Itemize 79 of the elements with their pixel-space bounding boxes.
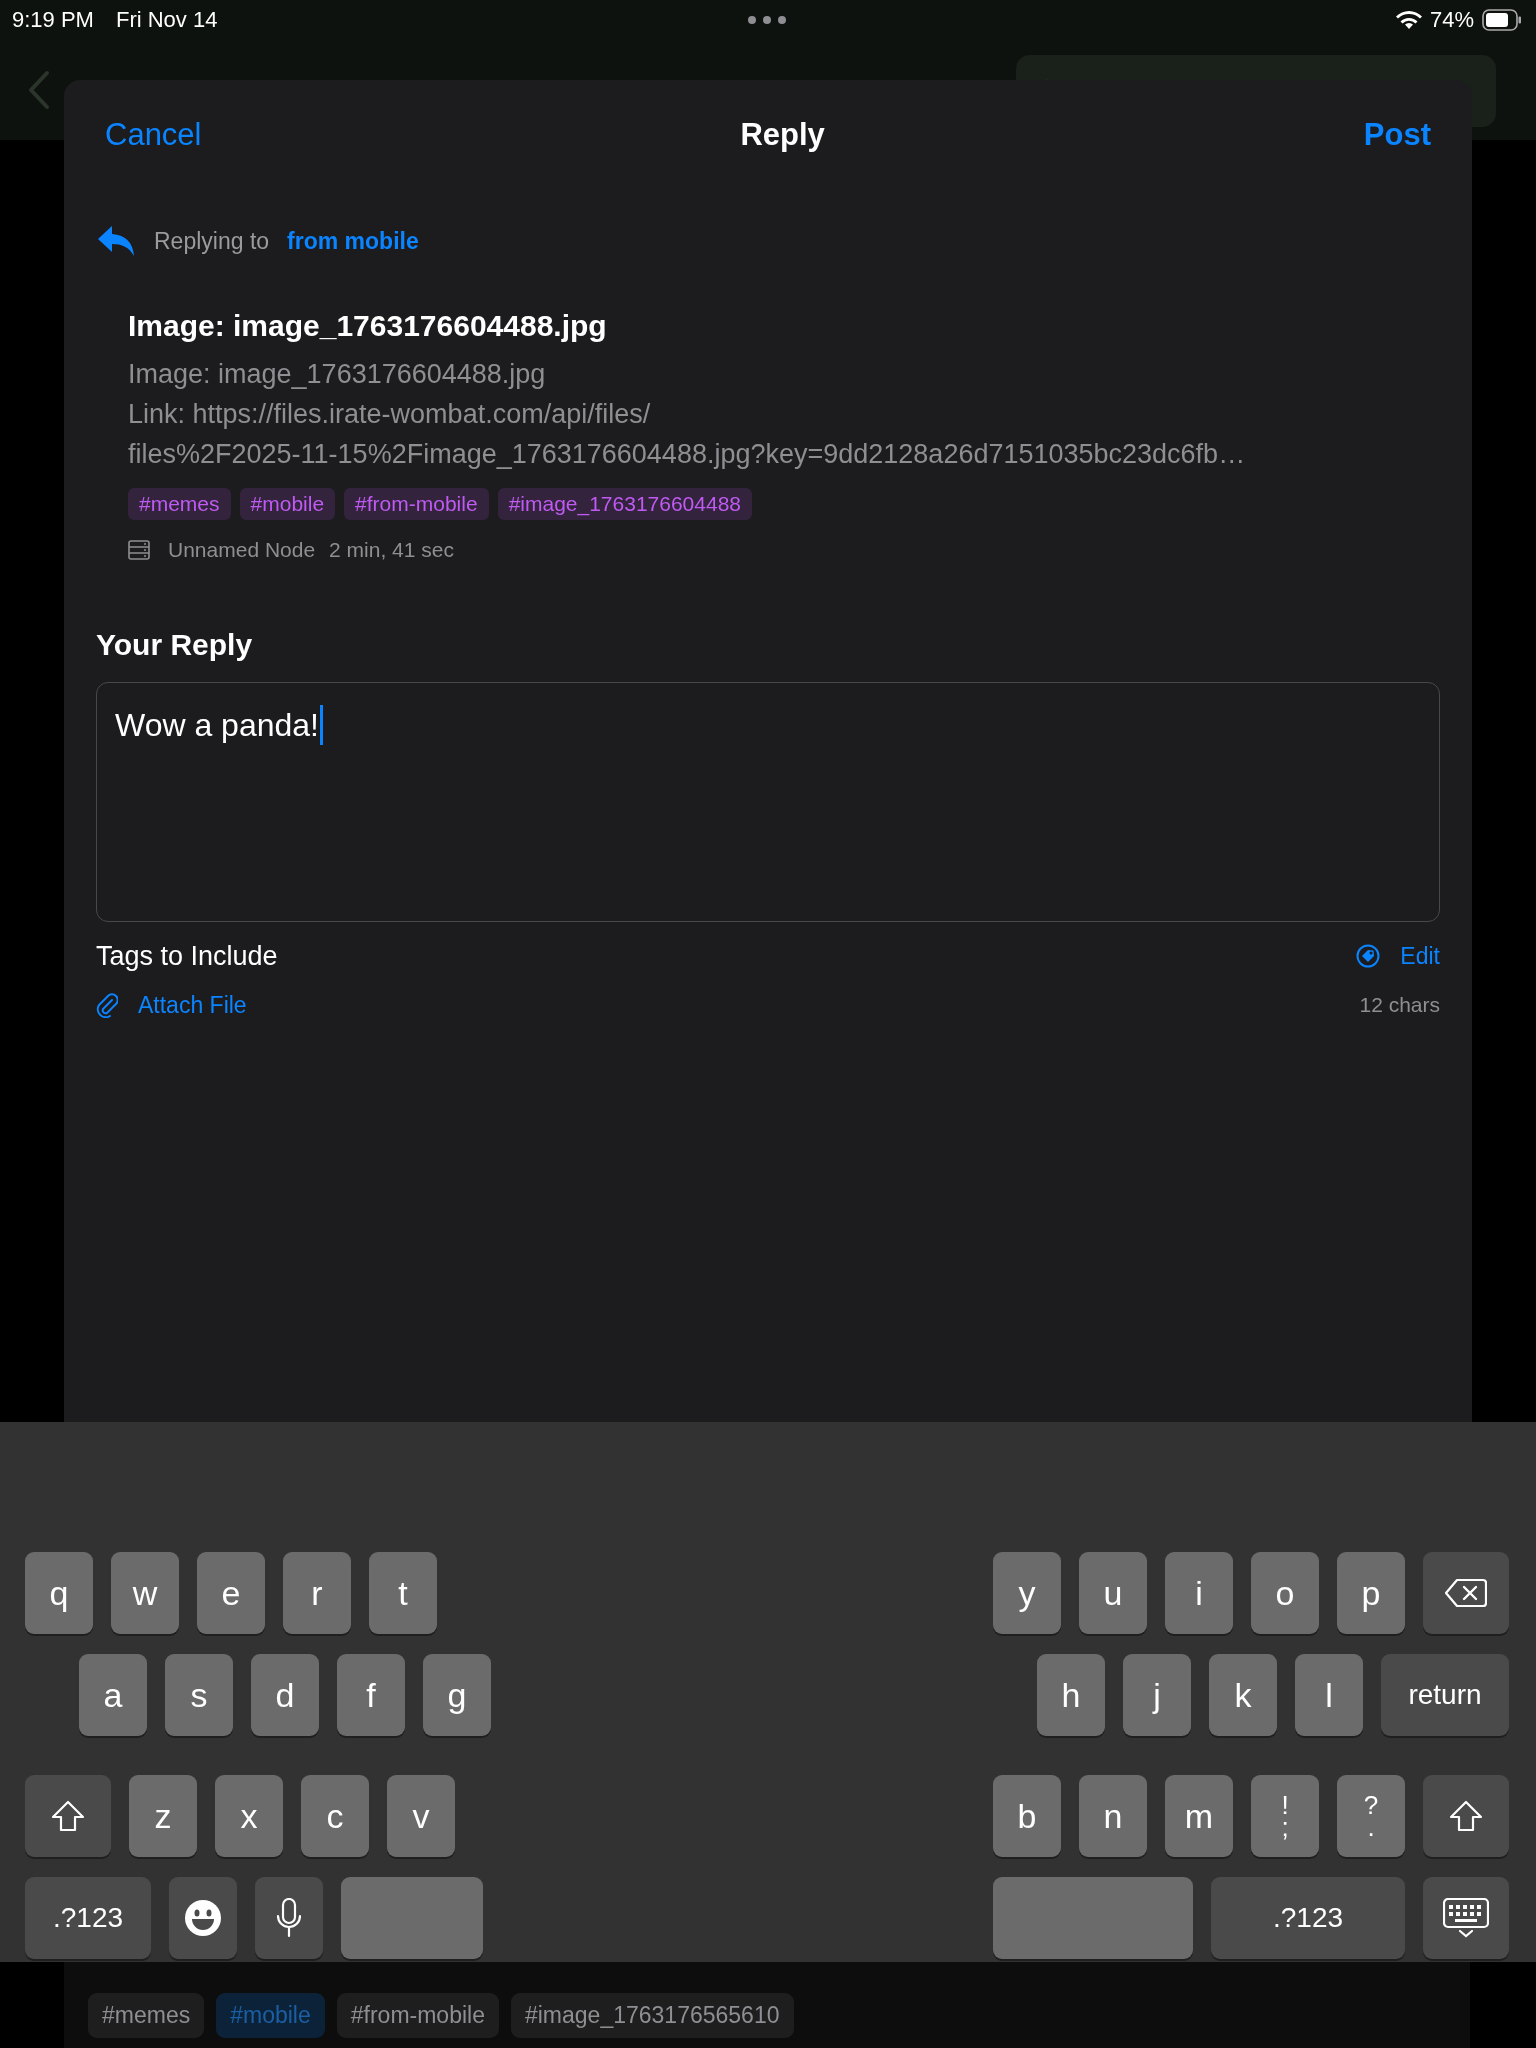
letter-key[interactable]: u	[1079, 1552, 1147, 1634]
letter-key[interactable]: b	[993, 1775, 1061, 1857]
backspace-key[interactable]	[1423, 1552, 1509, 1634]
letter-key[interactable]: d	[251, 1654, 319, 1736]
letter-key[interactable]: t	[369, 1552, 437, 1634]
letter-key[interactable]: a	[79, 1654, 147, 1736]
paperclip-icon	[96, 992, 118, 1018]
tag-chip[interactable]: #memes	[88, 1993, 205, 2038]
letter-key[interactable]: w	[111, 1552, 179, 1634]
dictation-key[interactable]	[255, 1877, 323, 1959]
section-heading: Your Reply	[96, 628, 254, 662]
node-name: Unnamed Node	[168, 538, 316, 562]
numbers-key[interactable]: .?123	[25, 1877, 151, 1959]
tags-label: Tags to Include	[96, 940, 278, 972]
replying-label: Replying to	[154, 227, 270, 255]
post-body-line: files%2F2025-11-15%2Fimage_1763176604488.jpg?key=9dd2128a26d7151035bc23dc6fb…	[128, 438, 1247, 471]
letter-key[interactable]: i	[1165, 1552, 1233, 1634]
letter-key[interactable]: o	[1251, 1552, 1319, 1634]
shift-icon	[1449, 1800, 1483, 1832]
letter-key[interactable]: r	[283, 1552, 351, 1634]
letter-key[interactable]: q	[25, 1552, 93, 1634]
battery-percent: 74%	[1429, 7, 1474, 33]
letter-key[interactable]: p	[1337, 1552, 1405, 1634]
emoji-key[interactable]	[169, 1877, 237, 1959]
emoji-icon	[184, 1899, 222, 1937]
punctuation-key[interactable]: ? .	[1337, 1775, 1405, 1857]
tag-chip[interactable]: #memes	[128, 488, 231, 520]
letter-key[interactable]: l	[1295, 1654, 1363, 1736]
letter-key[interactable]: h	[1037, 1654, 1105, 1736]
tag-chip[interactable]: #mobile	[239, 488, 336, 520]
back-chevron-icon	[28, 70, 50, 110]
letter-key[interactable]: x	[215, 1775, 283, 1857]
server-icon	[128, 540, 150, 560]
letter-key[interactable]: j	[1123, 1654, 1191, 1736]
return-key[interactable]: return	[1381, 1654, 1509, 1736]
backspace-icon	[1445, 1578, 1487, 1608]
tag-chip[interactable]: #image_1763176604488	[497, 488, 752, 520]
sheet-title: Reply	[740, 117, 825, 153]
letter-key[interactable]: n	[1079, 1775, 1147, 1857]
shift-key[interactable]	[1423, 1775, 1509, 1857]
hide-keyboard-key[interactable]	[1423, 1877, 1509, 1959]
letter-key[interactable]: e	[197, 1552, 265, 1634]
author-link[interactable]: from mobile	[287, 227, 419, 255]
letter-key[interactable]: c	[301, 1775, 369, 1857]
letter-key[interactable]: v	[387, 1775, 455, 1857]
cancel-button[interactable]: Cancel	[105, 117, 202, 153]
character-count: 12 chars	[1359, 993, 1440, 1017]
edit-button[interactable]: Edit	[1356, 942, 1440, 970]
post-button[interactable]: Post	[1363, 117, 1431, 153]
keyboard-hide-icon	[1443, 1898, 1489, 1938]
post-body-line: Link: https://files.irate-wombat.com/api/files/	[128, 398, 652, 431]
tag-chip[interactable]: #from-mobile	[336, 1993, 499, 2038]
status-time: 9:19 PM	[12, 7, 94, 33]
numbers-key[interactable]: .?123	[1211, 1877, 1405, 1959]
tag-icon	[1356, 944, 1381, 968]
more-dots-icon	[747, 15, 787, 25]
battery-icon	[1482, 9, 1522, 31]
letter-key[interactable]: s	[165, 1654, 233, 1736]
letter-key[interactable]: f	[337, 1654, 405, 1736]
attach-file-button[interactable]: Attach File	[96, 991, 247, 1019]
letter-key[interactable]: m	[1165, 1775, 1233, 1857]
tag-chip[interactable]: #image_1763176565610	[510, 1993, 794, 2038]
post-age: 2 min, 41 sec	[329, 538, 454, 562]
shift-key[interactable]	[25, 1775, 111, 1857]
letter-key[interactable]: g	[423, 1654, 491, 1736]
shift-icon	[51, 1800, 85, 1832]
post-body-line: Image: image_1763176604488.jpg	[128, 358, 547, 391]
letter-key[interactable]: k	[1209, 1654, 1277, 1736]
reply-arrow-icon	[96, 224, 136, 258]
wifi-icon	[1395, 10, 1422, 30]
tag-chip[interactable]: #from-mobile	[344, 488, 489, 520]
punctuation-key[interactable]: ! ;	[1251, 1775, 1319, 1857]
letter-key[interactable]: y	[993, 1552, 1061, 1634]
post-title: Image: image_1763176604488.jpg	[128, 308, 608, 344]
letter-key[interactable]: z	[129, 1775, 197, 1857]
status-date: Fri Nov 14	[115, 7, 218, 33]
microphone-icon	[276, 1898, 302, 1938]
reply-field[interactable]: Wow a panda!	[96, 682, 1440, 922]
text-cursor	[320, 705, 323, 745]
